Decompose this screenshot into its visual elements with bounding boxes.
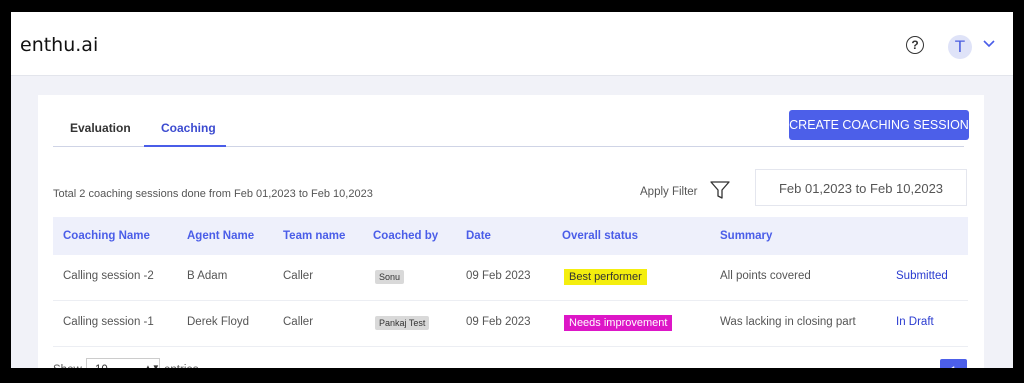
coach-chip: Sonu	[375, 270, 405, 284]
status-badge: Needs improvement	[564, 315, 673, 331]
coaching-table: Coaching Name Agent Name Team name Coach…	[53, 217, 968, 347]
date-range-picker[interactable]: Feb 01,2023 to Feb 10,2023	[755, 169, 967, 206]
coach-chip: Pankaj Test	[375, 316, 430, 330]
tab-evaluation[interactable]: Evaluation	[70, 121, 131, 135]
entries-label: entries	[164, 364, 199, 376]
create-coaching-session-button[interactable]: CREATE COACHING SESSION	[789, 110, 969, 140]
header-coached-by[interactable]: Coached by	[373, 230, 438, 242]
header-date[interactable]: Date	[466, 230, 491, 242]
active-tab-indicator	[144, 145, 226, 147]
help-icon[interactable]: ?	[906, 36, 924, 54]
header-summary[interactable]: Summary	[720, 230, 772, 242]
table-header: Coaching Name Agent Name Team name Coach…	[53, 217, 968, 255]
cell-summary: Was lacking in closing part	[720, 316, 856, 328]
header-team-name[interactable]: Team name	[283, 230, 345, 242]
show-label: Show	[53, 364, 82, 376]
app-logo[interactable]: enthu.ai	[20, 34, 98, 56]
sort-arrows-icon: ▲▼	[144, 363, 160, 372]
cell-summary: All points covered	[720, 270, 811, 282]
avatar[interactable]: T	[948, 35, 972, 59]
header-overall-status[interactable]: Overall status	[562, 230, 638, 242]
submitted-link[interactable]: Submitted	[896, 270, 948, 282]
tab-coaching[interactable]: Coaching	[161, 121, 216, 135]
page-1-button[interactable]: 1	[940, 359, 967, 368]
top-bar: enthu.ai ? T	[11, 12, 1013, 76]
coaching-card: Evaluation Coaching CREATE COACHING SESS…	[38, 95, 984, 376]
header-agent-name[interactable]: Agent Name	[187, 230, 254, 242]
status-badge: Best performer	[564, 269, 647, 285]
filter-icon[interactable]	[710, 181, 730, 200]
cell-team-name: Caller	[283, 270, 314, 282]
header-coaching-name[interactable]: Coaching Name	[63, 230, 150, 242]
apply-filter-label[interactable]: Apply Filter	[640, 186, 698, 198]
cell-team-name: Caller	[283, 316, 314, 328]
cell-coaching-name: Calling session -2	[63, 270, 154, 282]
table-row[interactable]: Calling session -2 B Adam Caller Sonu 09…	[53, 255, 968, 301]
cell-agent-name: B Adam	[187, 270, 228, 282]
in-draft-link[interactable]: In Draft	[896, 316, 934, 328]
sessions-summary: Total 2 coaching sessions done from Feb …	[53, 188, 373, 200]
cell-coaching-name: Calling session -1	[63, 316, 154, 328]
page-size-select[interactable]: 10 ▲▼	[86, 358, 160, 376]
table-row[interactable]: Calling session -1 Derek Floyd Caller Pa…	[53, 301, 968, 347]
cell-agent-name: Derek Floyd	[187, 316, 249, 328]
app-window: enthu.ai ? T Evaluation Coaching CREATE …	[0, 0, 1024, 383]
page-size-value: 10	[95, 364, 108, 376]
cell-date: 09 Feb 2023	[466, 270, 531, 282]
chevron-down-icon[interactable]	[983, 40, 995, 48]
cell-date: 09 Feb 2023	[466, 316, 531, 328]
